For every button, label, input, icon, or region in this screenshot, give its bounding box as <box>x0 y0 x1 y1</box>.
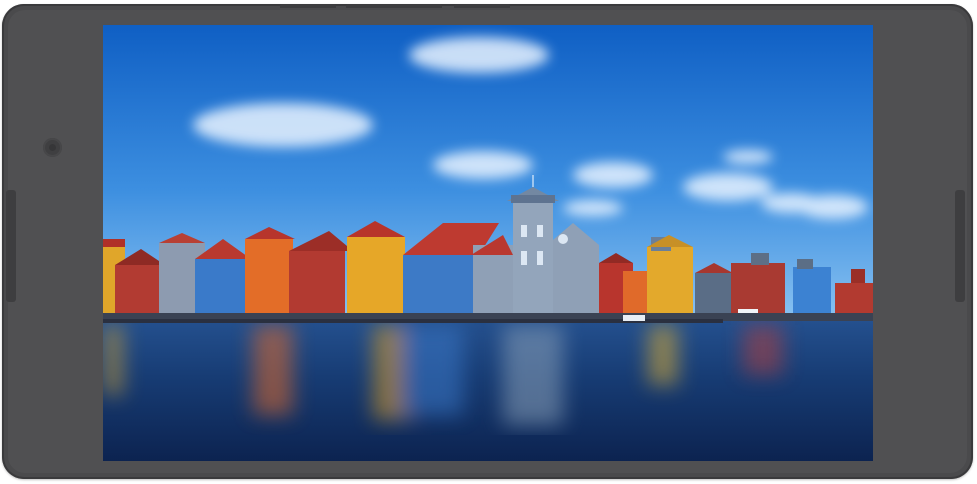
side-button-right[interactable] <box>955 190 965 302</box>
boat <box>623 315 645 321</box>
top-button-2[interactable] <box>346 4 442 8</box>
wallpaper-image <box>103 25 873 461</box>
front-camera-icon <box>43 138 62 157</box>
top-button-1[interactable] <box>280 4 336 8</box>
top-button-3[interactable] <box>454 4 510 8</box>
device-screen[interactable] <box>103 25 873 461</box>
boat <box>738 309 758 313</box>
side-button-left[interactable] <box>6 190 16 302</box>
